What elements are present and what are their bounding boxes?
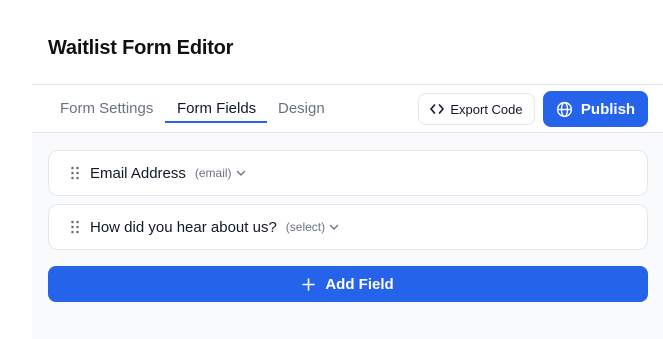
header: Waitlist Form Editor [0,0,663,84]
field-type: (email) [194,166,232,180]
tab-design[interactable]: Design [278,100,325,117]
chevron-down-icon[interactable] [235,167,247,179]
code-brackets-icon [430,103,445,115]
drag-handle-icon[interactable] [68,220,82,234]
active-tab-indicator [165,121,267,123]
field-card[interactable]: How did you hear about us? (select) [48,204,648,250]
tab-form-fields[interactable]: Form Fields [177,100,256,117]
form-fields-panel: Email Address (email) How did you hear a… [32,134,663,339]
field-label: How did you hear about us? [90,218,277,236]
chevron-down-icon[interactable] [328,221,340,233]
export-code-label: Export Code [450,101,523,117]
publish-label: Publish [580,100,636,118]
page-title: Waitlist Form Editor [48,37,234,59]
field-type: (select) [285,220,326,234]
tab-form-settings[interactable]: Form Settings [60,100,153,117]
add-field-button[interactable]: Add Field [48,266,648,302]
field-card[interactable]: Email Address (email) [48,150,648,196]
field-label: Email Address [90,164,186,182]
plus-icon [302,277,316,291]
tab-bar: Form Settings Form Fields Design Export … [32,85,663,133]
add-field-label: Add Field [325,275,394,293]
drag-handle-icon[interactable] [68,166,82,180]
globe-icon [556,101,573,118]
publish-button[interactable]: Publish [543,91,648,127]
export-code-button[interactable]: Export Code [418,93,535,125]
